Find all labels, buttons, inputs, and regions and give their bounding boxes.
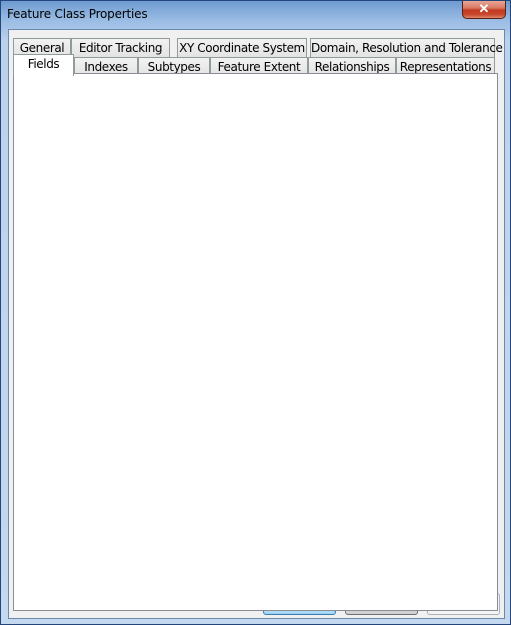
tab-editor-tracking[interactable]: Editor Tracking bbox=[71, 38, 170, 57]
feature-class-properties-dialog: Feature Class Properties ✕ General Edito… bbox=[0, 0, 511, 625]
fields-tab-panel bbox=[13, 73, 498, 611]
tab-fields[interactable]: Fields bbox=[13, 54, 74, 76]
title-bar[interactable]: Feature Class Properties ✕ bbox=[1, 1, 510, 29]
dialog-client-area: General Editor Tracking XY Coordinate Sy… bbox=[8, 29, 505, 619]
close-button[interactable]: ✕ bbox=[462, 1, 506, 19]
window-title: Feature Class Properties bbox=[7, 7, 148, 21]
tab-domain-resolution-tolerance[interactable]: Domain, Resolution and Tolerance bbox=[310, 38, 503, 57]
tab-xy-coordinate-system[interactable]: XY Coordinate System bbox=[177, 38, 307, 57]
close-icon: ✕ bbox=[478, 1, 490, 16]
